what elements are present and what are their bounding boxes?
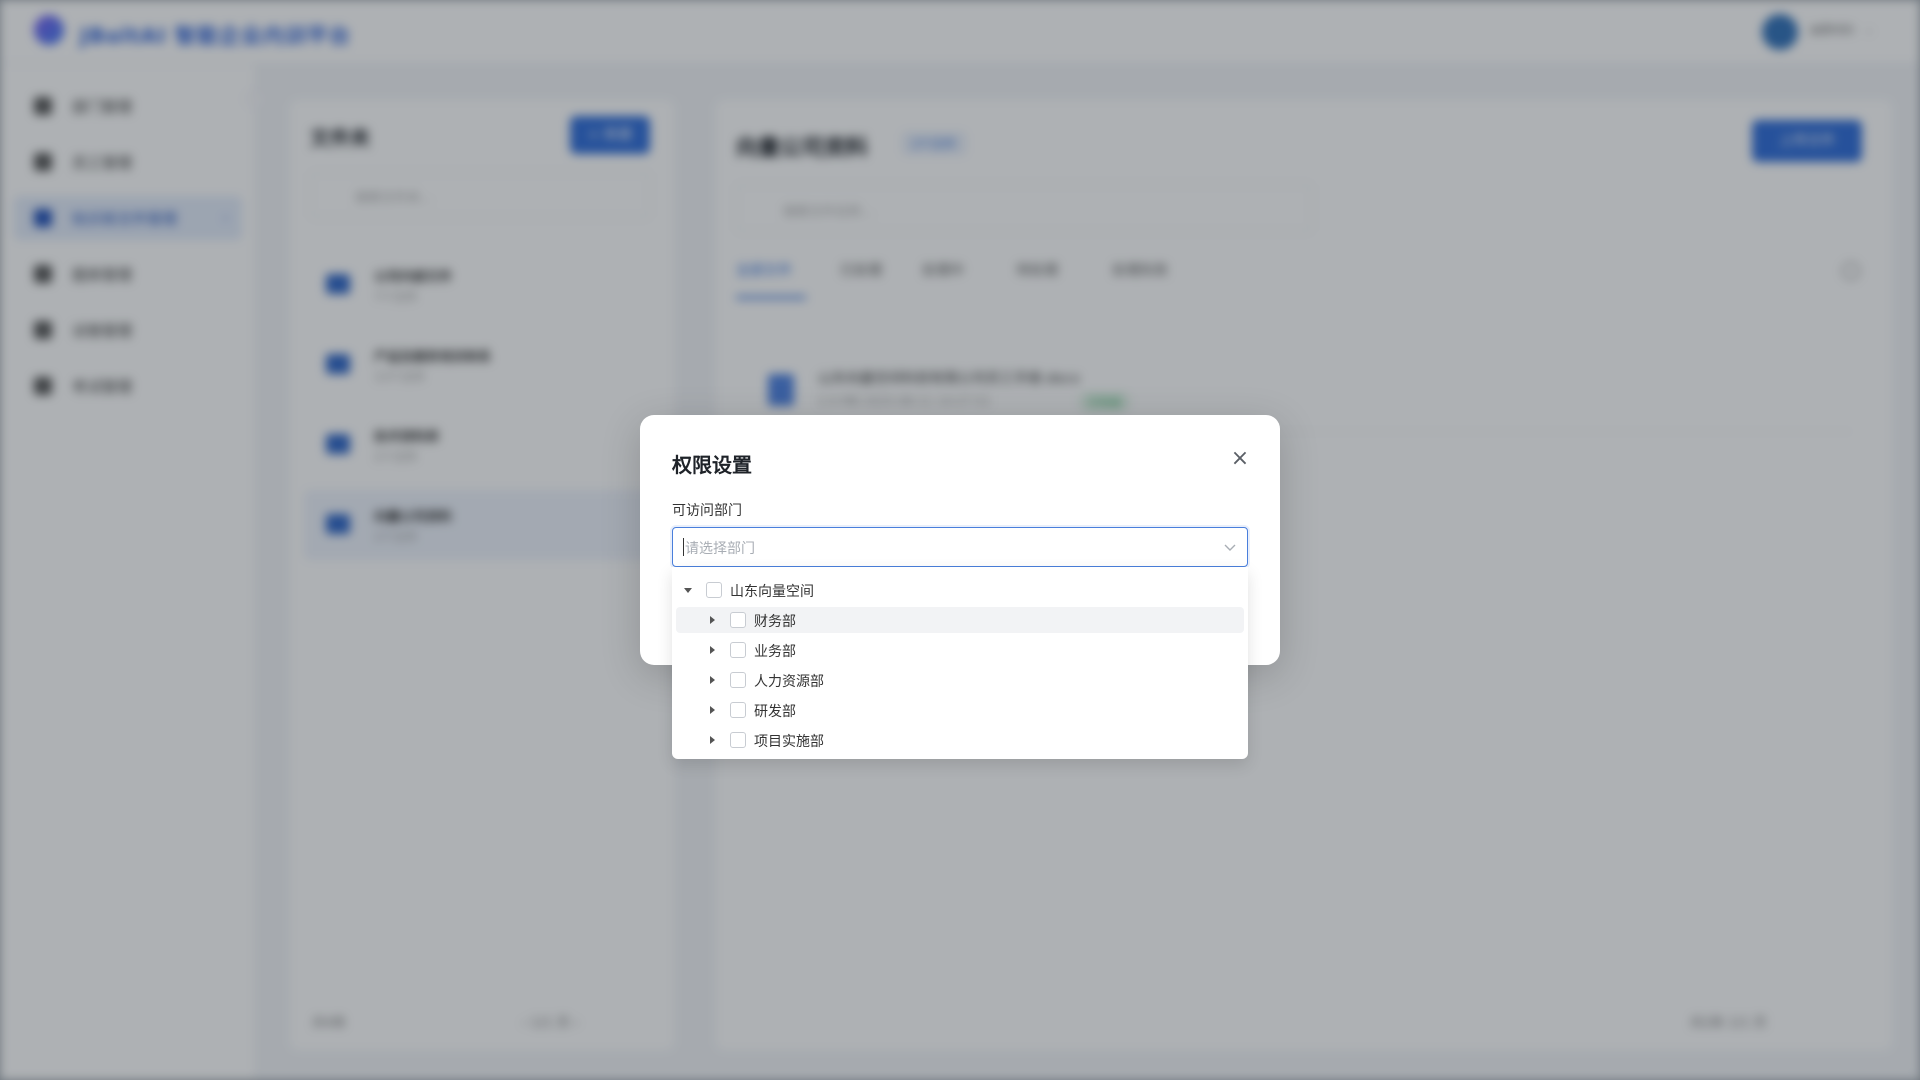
select-placeholder: 请选择部门 <box>685 541 755 557</box>
tree-node-label: 业务部 <box>754 644 796 660</box>
department-tree-dropdown: 山东向量空间 财务部 业务部 人力资源部 研发部 项目实施部 <box>672 567 1248 759</box>
tree-node-implementation[interactable]: 项目实施部 <box>676 727 1244 753</box>
accessible-departments-label: 可访问部门 <box>672 503 742 519</box>
caret-right-icon[interactable] <box>706 704 718 716</box>
tree-node-label: 山东向量空间 <box>730 584 814 600</box>
tree-node-business[interactable]: 业务部 <box>676 637 1244 663</box>
tree-checkbox[interactable] <box>730 702 746 718</box>
chevron-down-icon[interactable] <box>1223 540 1237 554</box>
tree-node-label: 项目实施部 <box>754 734 824 750</box>
tree-node-label: 人力资源部 <box>754 674 824 690</box>
tree-checkbox[interactable] <box>706 582 722 598</box>
tree-node-root[interactable]: 山东向量空间 <box>676 577 1244 603</box>
department-select[interactable]: 请选择部门 <box>672 527 1248 567</box>
tree-checkbox[interactable] <box>730 642 746 658</box>
tree-node-finance[interactable]: 财务部 <box>676 607 1244 633</box>
tree-node-label: 研发部 <box>754 704 796 720</box>
caret-right-icon[interactable] <box>706 674 718 686</box>
tree-node-label: 财务部 <box>754 614 796 630</box>
tree-checkbox[interactable] <box>730 612 746 628</box>
caret-right-icon[interactable] <box>706 734 718 746</box>
caret-right-icon[interactable] <box>706 644 718 656</box>
tree-checkbox[interactable] <box>730 732 746 748</box>
text-cursor <box>683 538 684 556</box>
dialog-title: 权限设置 <box>672 453 752 477</box>
caret-right-icon[interactable] <box>706 614 718 626</box>
close-icon[interactable]: × <box>1227 447 1253 473</box>
caret-down-icon[interactable] <box>682 584 694 596</box>
tree-node-rnd[interactable]: 研发部 <box>676 697 1244 723</box>
tree-node-hr[interactable]: 人力资源部 <box>676 667 1244 693</box>
tree-checkbox[interactable] <box>730 672 746 688</box>
